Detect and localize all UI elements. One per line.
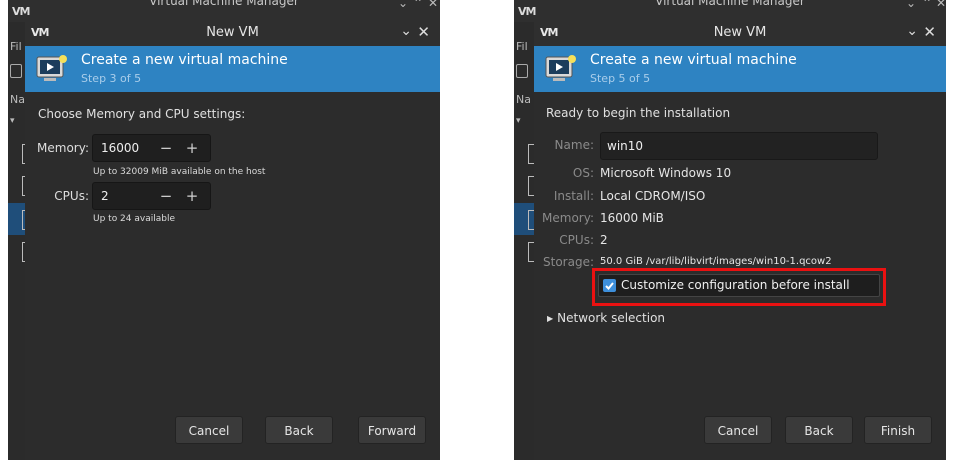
os-label: OS:	[572, 166, 594, 180]
name-value[interactable]: win10	[607, 139, 643, 153]
storage-label: Storage:	[543, 255, 594, 269]
bg-toolbar-monitor-icon[interactable]	[10, 64, 22, 78]
section-heading: Ready to begin the installation	[546, 106, 731, 120]
cpus-label: CPUs:	[54, 189, 89, 203]
network-selection-expander[interactable]: ▶ Network selection	[547, 311, 665, 325]
new-vm-dialog: VM New VM ⌄ ✕ Create a new virtual machi…	[534, 20, 946, 460]
finish-button[interactable]: Finish	[864, 416, 932, 444]
bg-close-icon[interactable]: ✕	[936, 0, 946, 10]
dialog-titlebar: VM New VM ⌄ ✕	[25, 20, 440, 46]
cancel-button[interactable]: Cancel	[175, 416, 243, 444]
bg-list-header: Na	[516, 93, 531, 106]
bg-window-titlebar: VM Virtual Machine Manager ⌄ ⌃ ✕	[514, 0, 946, 22]
memory-decrement-button[interactable]: −	[154, 138, 178, 158]
bg-window-titlebar: VM Virtual Machine Manager ⌄ ⌃ ✕	[8, 0, 440, 22]
bg-menu-file[interactable]: Fil	[516, 40, 528, 53]
bg-maximize-icon[interactable]: ⌃	[413, 0, 423, 10]
banner-title: Create a new virtual machine	[81, 52, 288, 68]
bg-window-title: Virtual Machine Manager	[655, 0, 805, 8]
memory-spinner[interactable]: 16000 − +	[92, 134, 211, 162]
close-icon[interactable]: ✕	[417, 23, 430, 41]
bg-minimize-icon[interactable]: ⌄	[906, 0, 916, 10]
dialog-title: New VM	[713, 25, 767, 40]
os-value: Microsoft Windows 10	[600, 166, 732, 180]
storage-value: 50.0 GiB /var/lib/libvirt/images/win10-1…	[600, 256, 832, 267]
cpus-spinner[interactable]: 2 − +	[92, 182, 211, 210]
bg-window-title: Virtual Machine Manager	[149, 0, 299, 8]
memory-hint: Up to 32009 MiB available on the host	[93, 167, 266, 177]
memory-value: 16000 MiB	[600, 211, 664, 225]
right-screenshot: VM Virtual Machine Manager ⌄ ⌃ ✕ Fil Na …	[514, 0, 946, 460]
monitor-play-icon	[545, 55, 576, 81]
banner-step: Step 5 of 5	[590, 72, 651, 85]
checkbox-checked-icon[interactable]	[603, 279, 616, 292]
cpus-value[interactable]: 2	[101, 189, 109, 203]
monitor-play-icon	[36, 55, 67, 81]
memory-increment-button[interactable]: +	[180, 138, 204, 158]
left-screenshot: VM Virtual Machine Manager ⌄ ⌃ ✕ Fil Na …	[8, 0, 440, 460]
install-label: Install:	[553, 189, 594, 203]
wizard-banner: Create a new virtual machine Step 5 of 5	[534, 46, 946, 92]
install-value: Local CDROM/ISO	[600, 189, 706, 203]
chevron-down-icon[interactable]: ⌄	[906, 23, 918, 39]
bg-expand-arrow-icon[interactable]: ▾	[10, 116, 15, 126]
memory-label: Memory:	[37, 141, 89, 155]
section-heading: Choose Memory and CPU settings:	[38, 107, 246, 121]
customize-config-label[interactable]: Customize configuration before install	[621, 278, 850, 292]
name-label: Name:	[554, 138, 594, 152]
back-button[interactable]: Back	[265, 416, 333, 444]
wizard-banner: Create a new virtual machine Step 3 of 5	[25, 46, 440, 92]
new-vm-dialog: VM New VM ⌄ ✕ Create a new virtual machi…	[25, 20, 440, 460]
memory-label: Memory:	[542, 211, 594, 225]
bg-menu-file[interactable]: Fil	[10, 40, 22, 53]
dialog-title: New VM	[206, 25, 259, 40]
bg-list-header: Na	[10, 93, 25, 106]
chevron-down-icon[interactable]: ⌄	[400, 23, 412, 39]
cpus-increment-button[interactable]: +	[180, 186, 204, 206]
bg-maximize-icon[interactable]: ⌃	[922, 0, 932, 10]
bg-close-icon[interactable]: ✕	[428, 0, 438, 10]
bg-expand-arrow-icon[interactable]: ▾	[516, 116, 521, 126]
customize-config-checkbox-row[interactable]: Customize configuration before install	[598, 274, 880, 297]
forward-button[interactable]: Forward	[358, 416, 426, 444]
network-selection-label[interactable]: Network selection	[557, 311, 665, 325]
banner-title: Create a new virtual machine	[590, 52, 797, 68]
cpus-hint: Up to 24 available	[93, 214, 175, 224]
dialog-titlebar: VM New VM ⌄ ✕	[534, 20, 946, 46]
name-field[interactable]: win10	[600, 132, 878, 160]
back-button[interactable]: Back	[785, 416, 853, 444]
cpus-label: CPUs:	[559, 233, 594, 247]
expander-arrow-icon[interactable]: ▶	[547, 314, 553, 323]
close-icon[interactable]: ✕	[923, 23, 936, 41]
cpus-decrement-button[interactable]: −	[154, 186, 178, 206]
bg-toolbar-monitor-icon[interactable]	[516, 64, 528, 78]
banner-step: Step 3 of 5	[81, 72, 142, 85]
memory-value[interactable]: 16000	[101, 141, 139, 155]
cancel-button[interactable]: Cancel	[704, 416, 772, 444]
bg-minimize-icon[interactable]: ⌄	[398, 0, 408, 10]
cpus-value: 2	[600, 233, 608, 247]
